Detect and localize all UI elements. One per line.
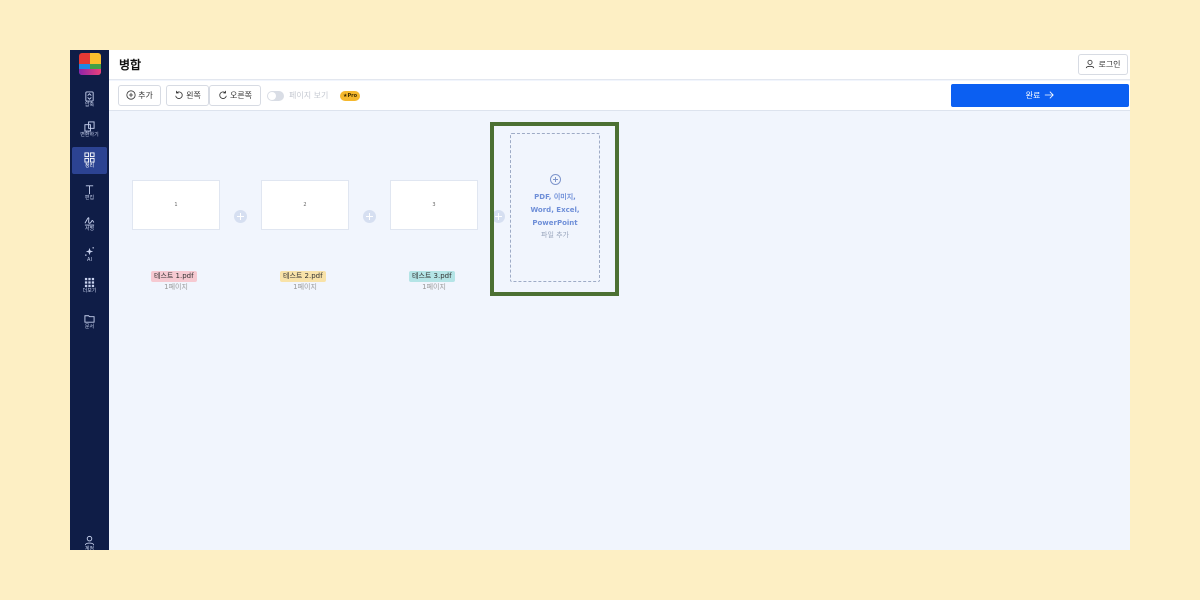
file-thumbnail[interactable]: 3 [390,180,478,230]
insert-between-button[interactable] [234,210,247,223]
file-page-count: 1페이지 [422,283,446,291]
sidebar-item-label: 서명 [84,226,95,232]
folder-icon [84,312,95,324]
pro-badge: ★Pro [340,91,361,101]
page-number: 2 [303,202,307,208]
sidebar-item-sign[interactable]: 서명 [72,210,107,237]
done-label: 완료 [1025,91,1041,100]
organize-icon [84,151,95,163]
file-page-count: 1페이지 [164,283,188,291]
app-window: 압축 변환하기 정리 편집 서명 AI 더보기 문서 계정 병합 로그인 추가 … [70,50,1130,550]
file-name-tag: 테스트 1.pdf [151,271,197,282]
page-view-toggle[interactable] [267,91,284,101]
sidebar-item-label: 문서 [84,324,95,330]
file-thumbnail[interactable]: 2 [261,180,349,230]
sidebar-item-edit[interactable]: 편집 [72,179,107,206]
sidebar-item-organize[interactable]: 정리 [72,147,107,174]
sidebar-item-label: 압축 [84,102,95,108]
sidebar-item-more[interactable]: 더보기 [72,272,107,299]
add-button[interactable]: 추가 [118,85,161,106]
rotate-right-button[interactable]: 오른쪽 [209,85,261,106]
done-button[interactable]: 완료 [951,84,1129,107]
sidebar-item-label: 더보기 [82,288,97,294]
arrow-right-icon [1044,90,1055,102]
sidebar-item-label: 정리 [84,163,95,169]
plus-circle-icon [549,174,561,185]
rotate-right-label: 오른쪽 [229,91,253,100]
sidebar: 압축 변환하기 정리 편집 서명 AI 더보기 문서 계정 [70,50,109,550]
file-page-count: 1페이지 [293,283,317,291]
file-name-tag: 테스트 3.pdf [409,271,455,282]
dropzone-subtitle: 파일 추가 [541,231,569,239]
page-view-label: 페이지 보기 [289,91,329,100]
login-button[interactable]: 로그인 [1078,54,1128,75]
dropzone-line-1: PDF, 이미지, [534,193,576,201]
text-edit-icon [84,183,95,195]
rotate-left-icon [174,90,184,102]
sidebar-item-label: 편집 [84,195,95,201]
compress-icon [84,90,95,102]
insert-between-button[interactable] [363,210,376,223]
sparkle-icon [84,245,95,257]
rotate-left-button[interactable]: 왼쪽 [166,85,209,106]
page-title: 병합 [119,58,142,72]
file-name-tag: 테스트 2.pdf [280,271,326,282]
convert-icon [84,120,95,132]
logo-icon[interactable] [79,53,101,75]
add-label: 추가 [138,91,153,100]
sidebar-item-label: 변환하기 [80,132,99,138]
user-icon [1085,59,1095,71]
user-icon [84,534,95,546]
header: 병합 로그인 [109,50,1130,80]
login-label: 로그인 [1098,60,1121,69]
add-file-dropzone[interactable]: PDF, 이미지, Word, Excel, PowerPoint 파일 추가 [510,133,600,282]
sidebar-item-documents[interactable]: 문서 [72,308,107,335]
dropzone-line-2: Word, Excel, [530,206,580,214]
sidebar-item-convert[interactable]: 변환하기 [72,116,107,143]
sidebar-item-label: 계정 [84,546,95,550]
toolbar: 추가 왼쪽 오른쪽 페이지 보기 ★Pro 완료 [109,81,1130,111]
page-number: 1 [174,202,178,208]
sidebar-item-label: AI [87,257,92,263]
dropzone-line-3: PowerPoint [532,219,578,227]
page-number: 3 [432,202,436,208]
sidebar-item-account[interactable]: 계정 [72,530,107,550]
rotate-right-icon [218,90,228,102]
grid-more-icon [84,276,95,288]
sidebar-item-ai[interactable]: AI [72,241,107,268]
rotate-left-label: 왼쪽 [186,91,201,100]
plus-circle-icon [126,89,136,102]
file-thumbnail[interactable]: 1 [132,180,220,230]
signature-icon [84,214,95,226]
sidebar-item-compress[interactable]: 압축 [72,86,107,113]
